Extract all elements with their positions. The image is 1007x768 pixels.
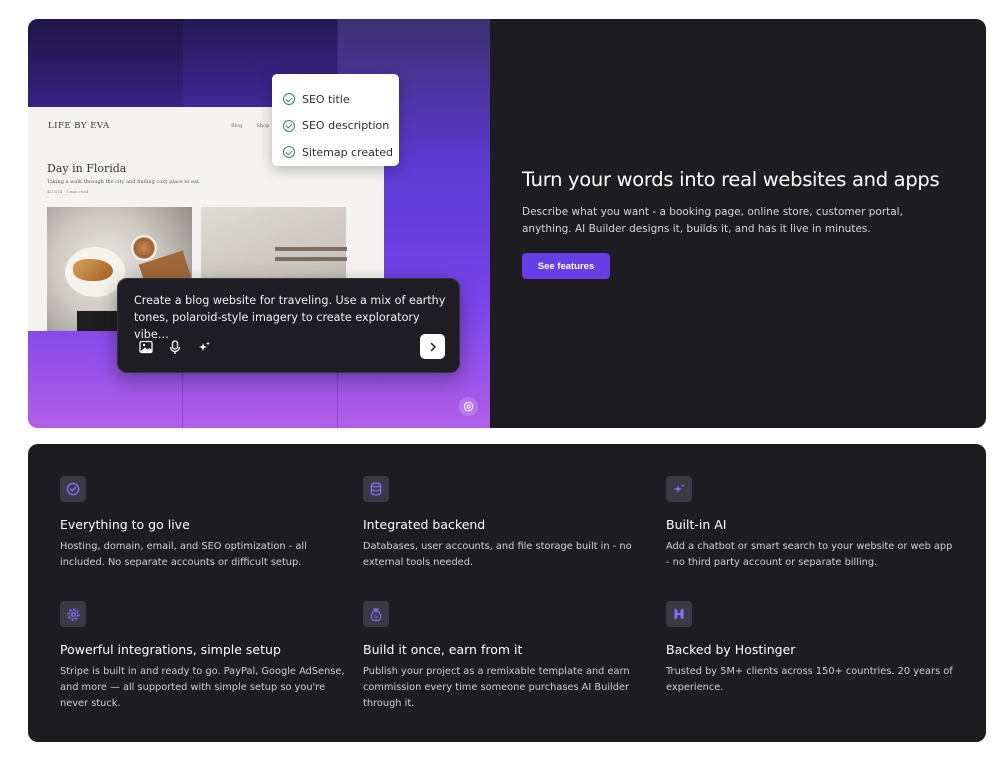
gear-icon [60, 601, 86, 627]
feature-description: Stripe is built in and ready to go. PayP… [60, 666, 345, 709]
hero-title: Turn your words into real websites and a… [522, 168, 940, 191]
check-circle-icon [283, 146, 295, 159]
hostinger-logo-icon [666, 601, 692, 627]
sparkles-icon[interactable] [196, 339, 212, 355]
feature-item: Integrated backend Databases, user accou… [363, 476, 655, 571]
seo-item: SEO description [283, 113, 399, 140]
microphone-icon[interactable] [167, 339, 183, 355]
seo-item-label: SEO title [302, 92, 350, 106]
feature-description: Trusted by 5M+ clients across 150+ count… [666, 666, 953, 693]
prompt-text[interactable]: Create a blog website for traveling. Use… [134, 292, 450, 343]
feature-item: $ Build it once, earn from it Publish yo… [363, 601, 655, 712]
feature-title: Integrated backend [363, 517, 486, 532]
feature-title: Build it once, earn from it [363, 642, 523, 657]
see-features-button[interactable]: See features [522, 253, 610, 279]
feature-title: Everything to go live [60, 517, 190, 532]
feature-description: Databases, user accounts, and file stora… [363, 541, 632, 568]
feature-item: Built-in AI Add a chatbot or smart searc… [666, 476, 958, 571]
hero-description: Describe what you want - a booking page,… [522, 206, 903, 235]
features-panel: Everything to go live Hosting, domain, e… [28, 444, 986, 742]
feature-description: Add a chatbot or smart search to your we… [666, 541, 953, 568]
seo-item-label: Sitemap created [302, 145, 393, 159]
svg-text:$: $ [374, 614, 378, 620]
seo-item: SEO title [283, 86, 399, 113]
prompt-toolbar [138, 339, 212, 355]
feature-title: Built-in AI [666, 517, 727, 532]
feature-description: Hosting, domain, email, and SEO optimiza… [60, 541, 307, 568]
prompt-box[interactable]: Create a blog website for traveling. Use… [117, 278, 460, 373]
blog-post-subtitle: Taking a walk through the city and findi… [47, 179, 201, 185]
seo-item-label: SEO description [302, 119, 390, 133]
feature-title: Powerful integrations, simple setup [60, 642, 281, 657]
image-icon[interactable] [138, 339, 154, 355]
feature-description: Publish your project as a remixable temp… [363, 666, 630, 709]
blog-post-meta: 4/20/24 · 5 min read [47, 189, 89, 194]
settings-icon [463, 401, 474, 412]
check-circle-icon [283, 119, 295, 132]
check-circle-icon [60, 476, 86, 502]
blog-nav-item: Blog [231, 123, 243, 129]
database-icon [363, 476, 389, 502]
feature-item: Backed by Hostinger Trusted by 5M+ clien… [666, 601, 958, 696]
seo-item: Sitemap created [283, 139, 399, 166]
seo-checklist-card: SEO title SEO description Sitemap create… [272, 74, 399, 166]
hero-card: LIFE BY EVA Blog Shop Day in Florida Tak… [28, 19, 986, 428]
blog-nav: Blog Shop [231, 123, 269, 129]
send-button[interactable] [420, 334, 445, 359]
feature-title: Backed by Hostinger [666, 642, 796, 657]
money-bag-icon: $ [363, 601, 389, 627]
sparkles-icon [666, 476, 692, 502]
chevron-right-icon [430, 342, 436, 351]
settings-toggle-button[interactable] [459, 397, 478, 416]
feature-item: Everything to go live Hosting, domain, e… [60, 476, 352, 571]
check-circle-icon [283, 93, 295, 106]
hero-illustration: LIFE BY EVA Blog Shop Day in Florida Tak… [28, 19, 490, 428]
blog-brand: LIFE BY EVA [48, 121, 110, 131]
blog-post-title: Day in Florida [47, 162, 127, 175]
blog-nav-item: Shop [256, 123, 270, 129]
feature-item: Powerful integrations, simple setup Stri… [60, 601, 352, 712]
